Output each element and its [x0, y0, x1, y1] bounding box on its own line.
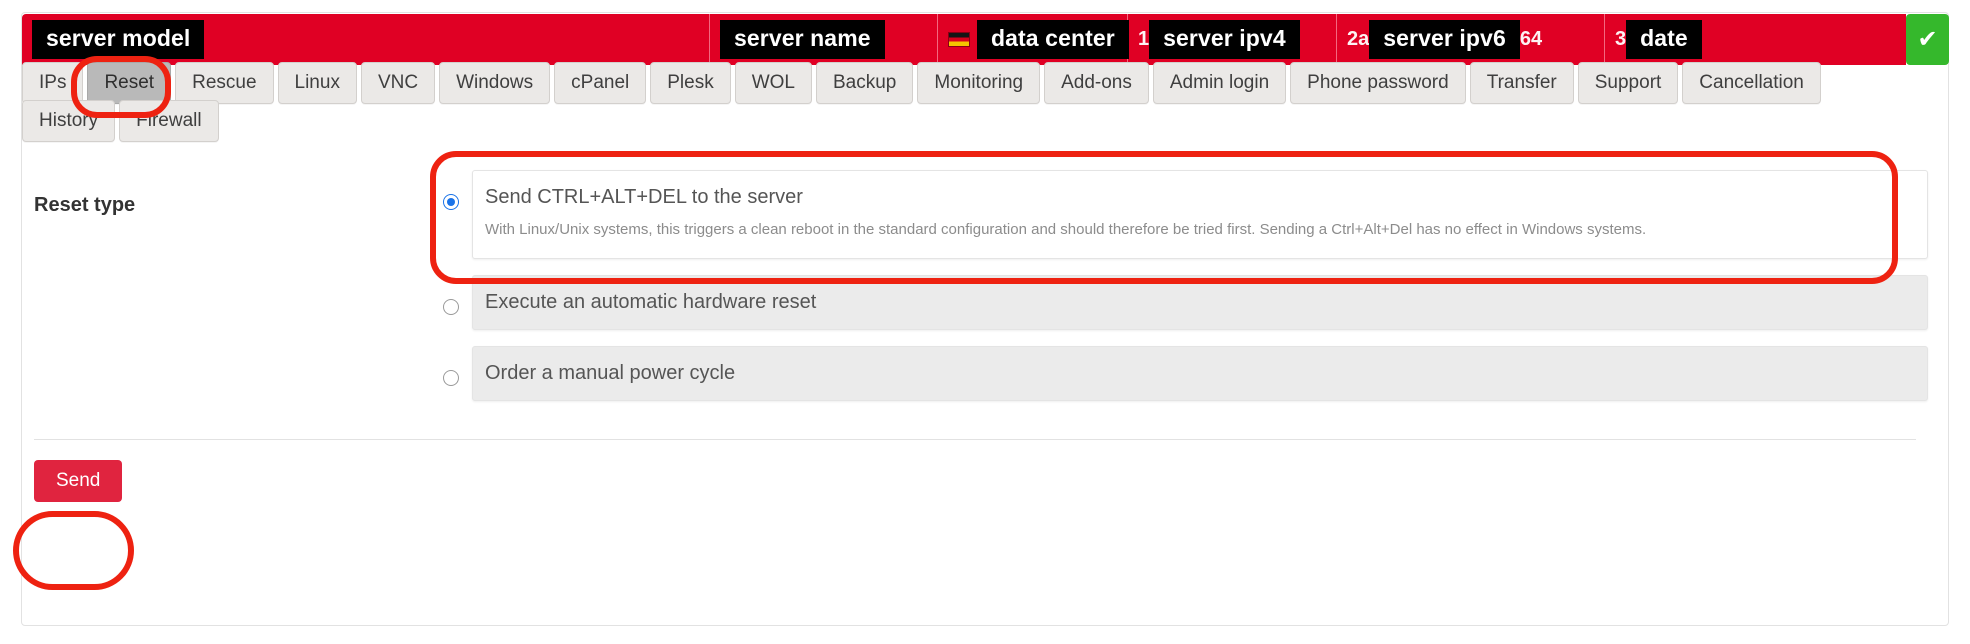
- tab-admin-login[interactable]: Admin login: [1152, 62, 1287, 104]
- tab-linux[interactable]: Linux: [277, 62, 357, 104]
- tab-wol[interactable]: WOL: [734, 62, 812, 104]
- tab-cpanel[interactable]: cPanel: [554, 62, 647, 104]
- tab-rescue[interactable]: Rescue: [175, 62, 274, 104]
- tab-row-secondary: History Firewall: [22, 100, 219, 142]
- tab-phone-password[interactable]: Phone password: [1290, 62, 1466, 104]
- redaction-label-server-name: server name: [720, 20, 885, 59]
- reset-option-title: Order a manual power cycle: [485, 361, 736, 384]
- send-button[interactable]: Send: [34, 459, 123, 502]
- header-cell-server-ipv4: 1 server ipv4: [1128, 14, 1337, 65]
- header-value-suffix: 64: [1519, 28, 1543, 50]
- reset-option-2[interactable]: Execute an automatic hardware reset: [430, 274, 1928, 330]
- radio-wrapper: [430, 275, 472, 315]
- reset-type-field: Reset type Send CTRL+ALT+DEL to the serv…: [22, 148, 1928, 417]
- tab-firewall[interactable]: Firewall: [119, 100, 219, 142]
- form-actions: Send: [22, 440, 1928, 502]
- redaction-label-data-center: data center: [977, 20, 1129, 59]
- tab-support[interactable]: Support: [1577, 62, 1679, 104]
- reset-option-1[interactable]: Send CTRL+ALT+DEL to the server With Linu…: [430, 170, 1928, 259]
- page-root: server model server name data center 1 serve…: [0, 0, 1970, 644]
- tab-plesk[interactable]: Plesk: [650, 62, 731, 104]
- radio-button-1[interactable]: [443, 194, 459, 210]
- reset-option-box-1[interactable]: Send CTRL+ALT+DEL to the server With Linu…: [472, 170, 1928, 259]
- germany-flag-icon: [948, 32, 970, 47]
- radio-wrapper: [430, 346, 472, 386]
- header-cell-server-ipv6: 2a server ipv6 64: [1337, 14, 1605, 65]
- tab-backup[interactable]: Backup: [816, 62, 914, 104]
- tab-vnc[interactable]: VNC: [360, 62, 436, 104]
- redaction-label-server-ipv4: server ipv4: [1149, 20, 1300, 59]
- tab-ips[interactable]: IPs: [22, 62, 84, 104]
- header-cell-data-center: data center: [938, 14, 1129, 65]
- header-cell-date: 3 date: [1605, 14, 1905, 65]
- reset-form: Reset type Send CTRL+ALT+DEL to the serv…: [22, 148, 1928, 502]
- tab-monitoring[interactable]: Monitoring: [917, 62, 1041, 104]
- confirm-button[interactable]: ✔: [1906, 14, 1949, 65]
- tab-row-primary: IPs Reset Rescue Linux VNC Windows cPanel Plesk…: [22, 62, 1821, 104]
- header-cell-server-model: server model: [22, 14, 710, 65]
- reset-option-description: With Linux/Unix systems, this triggers a…: [485, 221, 1647, 238]
- tab-windows[interactable]: Windows: [439, 62, 551, 104]
- reset-type-options: Send CTRL+ALT+DEL to the server With Linu…: [430, 170, 1928, 417]
- radio-wrapper: [430, 170, 472, 210]
- header-cell-server-name: server name: [710, 14, 938, 65]
- reset-type-label: Reset type: [34, 194, 136, 216]
- tab-add-ons[interactable]: Add-ons: [1044, 62, 1149, 104]
- reset-option-title: Execute an automatic hardware reset: [485, 290, 817, 313]
- check-icon: ✔: [1917, 25, 1938, 53]
- tab-cancellation[interactable]: Cancellation: [1682, 62, 1821, 104]
- redaction-label-date: date: [1626, 20, 1702, 59]
- redaction-label-server-ipv6: server ipv6: [1369, 20, 1520, 59]
- tab-reset[interactable]: Reset: [87, 62, 172, 104]
- reset-option-box-3[interactable]: Order a manual power cycle: [472, 345, 1928, 401]
- reset-option-3[interactable]: Order a manual power cycle: [430, 345, 1928, 401]
- header-value-prefix: 1: [1138, 28, 1150, 50]
- tab-transfer[interactable]: Transfer: [1469, 62, 1574, 104]
- header-value-prefix: 3: [1615, 28, 1627, 50]
- radio-button-3[interactable]: [443, 369, 459, 386]
- radio-button-2[interactable]: [443, 298, 459, 315]
- server-summary-header: server model server name data center 1 serve…: [22, 14, 1906, 65]
- reset-option-box-2[interactable]: Execute an automatic hardware reset: [472, 274, 1928, 330]
- reset-option-title: Send CTRL+ALT+DEL to the server: [485, 186, 803, 208]
- tab-history[interactable]: History: [22, 100, 116, 142]
- redaction-label-server-model: server model: [32, 20, 205, 59]
- header-value-prefix: 2a: [1347, 28, 1370, 50]
